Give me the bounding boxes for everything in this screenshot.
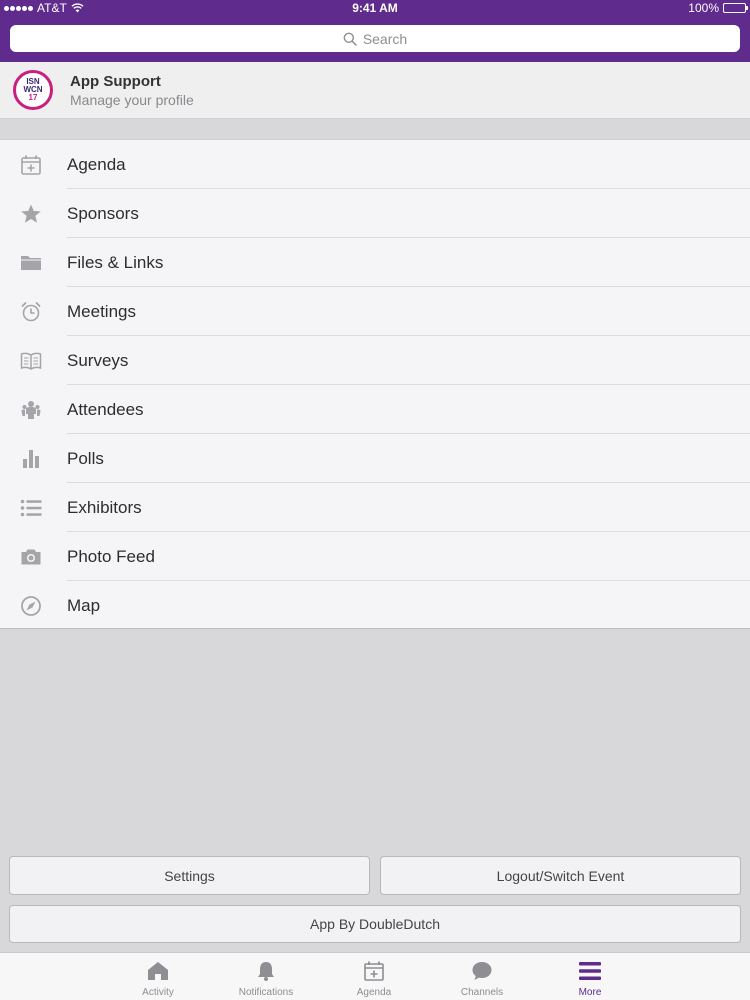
calendar-plus-icon (363, 959, 385, 983)
menu-item-exhibitors[interactable]: Exhibitors (0, 483, 750, 532)
menu-item-label: Polls (67, 448, 104, 468)
search-input[interactable]: Search (10, 25, 740, 52)
tab-label: Agenda (356, 987, 392, 998)
menu-item-files-links[interactable]: Files & Links (0, 238, 750, 287)
tab-notifications[interactable]: Notifications (216, 953, 316, 1000)
camera-icon (19, 545, 43, 569)
logo-line-3: 17 (28, 93, 38, 102)
logout-switch-event-button[interactable]: Logout/Switch Event (380, 856, 741, 895)
status-bar: AT&T 9:41 AM 100% (0, 0, 750, 17)
menu-item-label: Exhibitors (67, 497, 142, 517)
open-book-icon (19, 349, 43, 373)
menu-item-label: Meetings (67, 301, 136, 321)
more-menu: Agenda Sponsors Files & Links Meetings S… (0, 139, 750, 629)
menu-item-label: Surveys (67, 350, 129, 370)
menu-item-surveys[interactable]: Surveys (0, 336, 750, 385)
folder-icon (19, 251, 43, 275)
status-time: 9:41 AM (352, 1, 398, 15)
menu-item-label: Files & Links (67, 252, 164, 272)
menu-item-map[interactable]: Map (0, 581, 750, 630)
tab-label: Channels (460, 987, 504, 998)
menu-icon (578, 959, 602, 983)
tab-label: Notifications (238, 987, 294, 998)
menu-item-meetings[interactable]: Meetings (0, 287, 750, 336)
chat-bubble-icon (471, 959, 493, 983)
menu-item-polls[interactable]: Polls (0, 434, 750, 483)
home-icon (146, 959, 170, 983)
menu-item-photo-feed[interactable]: Photo Feed (0, 532, 750, 581)
bell-icon (255, 959, 277, 983)
menu-item-label: Map (67, 595, 101, 615)
tab-label: More (578, 987, 602, 998)
tab-activity[interactable]: Activity (108, 953, 208, 1000)
compass-icon (19, 594, 43, 618)
search-icon (343, 32, 357, 46)
tab-agenda[interactable]: Agenda (324, 953, 424, 1000)
settings-button[interactable]: Settings (9, 856, 370, 895)
menu-item-label: Agenda (67, 154, 126, 174)
menu-item-attendees[interactable]: Attendees (0, 385, 750, 434)
battery-percent: 100% (688, 1, 719, 15)
search-bar: Search (0, 17, 750, 62)
tab-label: Activity (142, 987, 174, 998)
bar-chart-icon (19, 447, 43, 471)
battery-icon (723, 3, 748, 13)
menu-item-label: Attendees (67, 399, 144, 419)
menu-item-agenda[interactable]: Agenda (0, 140, 750, 189)
menu-item-label: Sponsors (67, 203, 139, 223)
tab-more[interactable]: More (540, 953, 640, 1000)
search-placeholder: Search (362, 30, 408, 47)
menu-item-sponsors[interactable]: Sponsors (0, 189, 750, 238)
people-icon (19, 398, 43, 422)
battery-info: 100% (688, 1, 748, 15)
profile-name: App Support (70, 73, 161, 90)
star-icon (19, 202, 43, 226)
calendar-plus-icon (19, 153, 43, 177)
app-by-doubledutch-button[interactable]: App By DoubleDutch (9, 905, 741, 943)
list-icon (19, 496, 43, 520)
tab-bar: Activity Notifications Agenda Channels M… (0, 952, 750, 1000)
alarm-clock-icon (19, 300, 43, 324)
event-logo: ISN WCN 17 (13, 70, 53, 110)
menu-item-label: Photo Feed (67, 546, 155, 566)
profile-subtitle: Manage your profile (70, 92, 194, 108)
profile-header[interactable]: ISN WCN 17 App Support Manage your profi… (0, 62, 750, 119)
tab-channels[interactable]: Channels (432, 953, 532, 1000)
